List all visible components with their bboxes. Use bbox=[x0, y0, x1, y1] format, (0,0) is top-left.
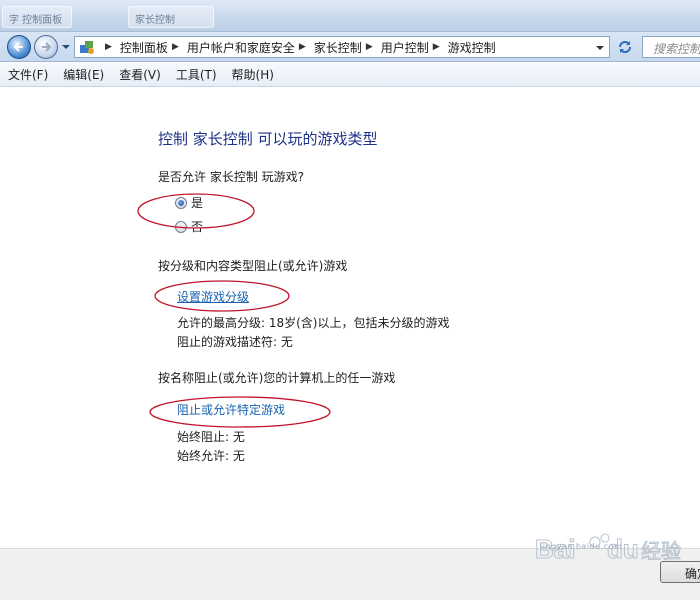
dialog-button-bar: 确定 bbox=[0, 548, 700, 600]
blocked-descriptors-text: 阻止的游戏描述符: 无 bbox=[177, 335, 293, 349]
menu-file[interactable]: 文件(F) bbox=[8, 66, 48, 83]
back-button[interactable] bbox=[7, 35, 31, 59]
breadcrumb-item-game-controls[interactable]: 游戏控制 bbox=[448, 39, 496, 56]
rating-section-heading: 按分级和内容类型阻止(或允许)游戏 bbox=[158, 259, 348, 273]
allow-no-label[interactable]: 否 bbox=[191, 218, 203, 235]
address-bar[interactable]: ▶ 控制面板 ▶ 用户帐户和家庭安全 ▶ 家长控制 ▶ 用户控制 ▶ 游戏控制 bbox=[74, 36, 610, 58]
menu-bar: 文件(F) 编辑(E) 查看(V) 工具(T) 帮助(H) bbox=[0, 63, 700, 87]
allow-yes-radio[interactable] bbox=[175, 197, 187, 209]
breadcrumb: ▶ 控制面板 ▶ 用户帐户和家庭安全 ▶ 家长控制 ▶ 用户控制 ▶ 游戏控制 bbox=[101, 39, 496, 56]
back-arrow-icon bbox=[13, 42, 23, 52]
allow-yes-label[interactable]: 是 bbox=[191, 194, 203, 211]
breadcrumb-separator-icon[interactable]: ▶ bbox=[172, 42, 179, 52]
control-panel-icon bbox=[80, 41, 94, 54]
block-specific-games-link[interactable]: 阻止或允许特定游戏 bbox=[177, 401, 285, 418]
menu-help[interactable]: 帮助(H) bbox=[232, 66, 274, 83]
refresh-icon[interactable] bbox=[614, 38, 636, 56]
allow-games-question: 是否允许 家长控制 玩游戏? bbox=[158, 170, 304, 184]
set-game-ratings-link[interactable]: 设置游戏分级 bbox=[177, 288, 249, 305]
ok-button[interactable]: 确定 bbox=[660, 561, 700, 583]
main-content: 控制 家长控制 可以玩的游戏类型 是否允许 家长控制 玩游戏? 是 否 按分级和… bbox=[0, 88, 700, 548]
search-input[interactable]: 搜索控制 bbox=[642, 36, 700, 58]
menu-view[interactable]: 查看(V) bbox=[119, 66, 161, 83]
page-title: 控制 家长控制 可以玩的游戏类型 bbox=[158, 130, 378, 148]
recent-pages-chevron-down-icon[interactable] bbox=[61, 43, 71, 51]
menu-tools[interactable]: 工具(T) bbox=[176, 66, 217, 83]
forward-button[interactable] bbox=[34, 35, 58, 59]
always-block-text: 始终阻止: 无 bbox=[177, 430, 245, 444]
window-title-bar: 字 控制面板 家长控制 bbox=[0, 0, 700, 32]
breadcrumb-item-user-controls[interactable]: 用户控制 bbox=[381, 39, 429, 56]
breadcrumb-separator-icon[interactable]: ▶ bbox=[433, 42, 440, 52]
breadcrumb-separator-icon[interactable]: ▶ bbox=[366, 42, 373, 52]
background-window-tab: 家长控制 bbox=[128, 6, 214, 28]
breadcrumb-item-user-accounts[interactable]: 用户帐户和家庭安全 bbox=[187, 39, 295, 56]
watermark-url: jingyan.baidu.com bbox=[540, 542, 623, 551]
breadcrumb-separator-icon: ▶ bbox=[105, 42, 112, 52]
breadcrumb-item-control-panel[interactable]: 控制面板 bbox=[120, 39, 168, 56]
menu-edit[interactable]: 编辑(E) bbox=[63, 66, 104, 83]
name-section-heading: 按名称阻止(或允许)您的计算机上的任一游戏 bbox=[158, 371, 396, 385]
address-chevron-down-icon[interactable] bbox=[595, 44, 605, 52]
forward-arrow-icon bbox=[42, 42, 52, 52]
background-window-tab: 字 控制面板 bbox=[2, 6, 72, 28]
always-allow-text: 始终允许: 无 bbox=[177, 449, 245, 463]
breadcrumb-separator-icon[interactable]: ▶ bbox=[299, 42, 306, 52]
max-rating-text: 允许的最高分级: 18岁(含)以上，包括未分级的游戏 bbox=[177, 316, 450, 330]
navigation-bar: ▶ 控制面板 ▶ 用户帐户和家庭安全 ▶ 家长控制 ▶ 用户控制 ▶ 游戏控制 … bbox=[0, 32, 700, 62]
breadcrumb-item-parental-controls[interactable]: 家长控制 bbox=[314, 39, 362, 56]
allow-no-radio[interactable] bbox=[175, 221, 187, 233]
